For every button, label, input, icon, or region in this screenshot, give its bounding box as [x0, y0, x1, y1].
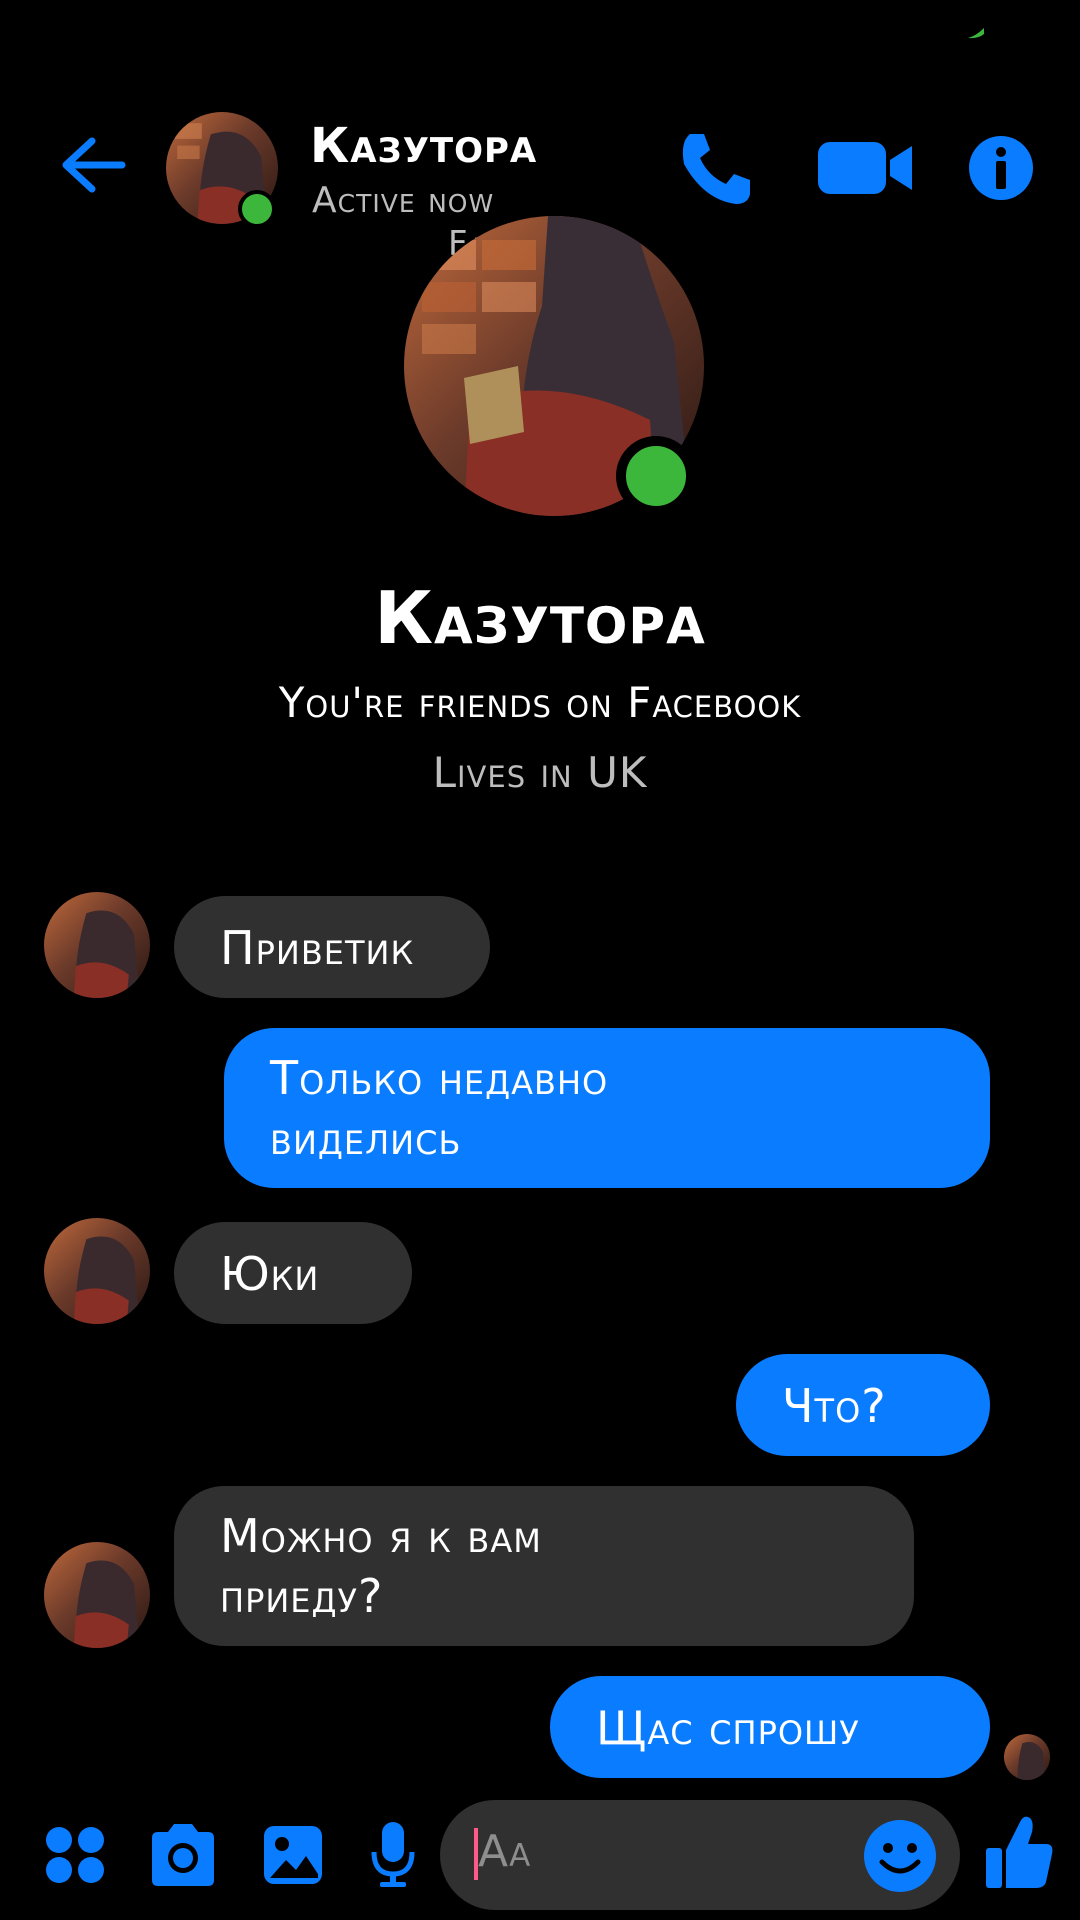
avatar-image — [44, 892, 150, 998]
microphone-icon[interactable] — [370, 1818, 416, 1890]
online-indicator — [238, 190, 276, 228]
sender-avatar[interactable] — [44, 892, 150, 998]
avatar-image — [1004, 1734, 1050, 1780]
status-signal-icon — [968, 28, 984, 39]
profile-name: Казутора — [374, 576, 706, 660]
message-outgoing[interactable]: Только недавно виделись — [224, 1028, 990, 1188]
back-arrow-icon[interactable] — [60, 135, 126, 195]
message-incoming[interactable]: Можно я к вам приеду? — [174, 1486, 914, 1646]
phone-icon[interactable] — [676, 128, 756, 208]
message-text: Щас спрошу — [596, 1701, 860, 1755]
avatar-image — [44, 1218, 150, 1324]
message-text: Что? — [782, 1379, 887, 1433]
active-status: Active now — [312, 180, 495, 221]
video-camera-icon[interactable] — [816, 128, 916, 208]
info-icon[interactable] — [966, 128, 1036, 208]
message-incoming[interactable]: Приветик — [174, 896, 490, 998]
sender-avatar[interactable] — [44, 1542, 150, 1648]
message-input-placeholder: Aa — [478, 1826, 532, 1877]
gallery-icon[interactable] — [262, 1818, 324, 1890]
message-text: Можно я к вам — [220, 1509, 542, 1563]
message-text: приеду? — [220, 1569, 384, 1623]
location-info: Lives in UK — [432, 748, 648, 797]
apps-icon[interactable] — [44, 1818, 106, 1890]
camera-icon[interactable] — [148, 1818, 218, 1890]
thumbs-up-icon[interactable] — [984, 1812, 1054, 1892]
contact-name[interactable]: Казутора — [310, 118, 537, 174]
message-outgoing[interactable]: Щас спрошу — [550, 1676, 990, 1778]
seen-avatar — [1004, 1734, 1050, 1780]
sender-avatar[interactable] — [44, 1218, 150, 1324]
message-text: Юки — [220, 1247, 320, 1301]
friends-info: You're friends on Facebook — [278, 678, 802, 727]
emoji-icon[interactable] — [862, 1818, 938, 1894]
online-indicator — [616, 436, 696, 516]
message-incoming[interactable]: Юки — [174, 1222, 412, 1324]
avatar-image — [44, 1542, 150, 1648]
message-outgoing[interactable]: Что? — [736, 1354, 990, 1456]
message-text: виделись — [270, 1111, 462, 1165]
message-text: Только недавно — [270, 1051, 609, 1105]
message-text: Приветик — [220, 921, 415, 975]
